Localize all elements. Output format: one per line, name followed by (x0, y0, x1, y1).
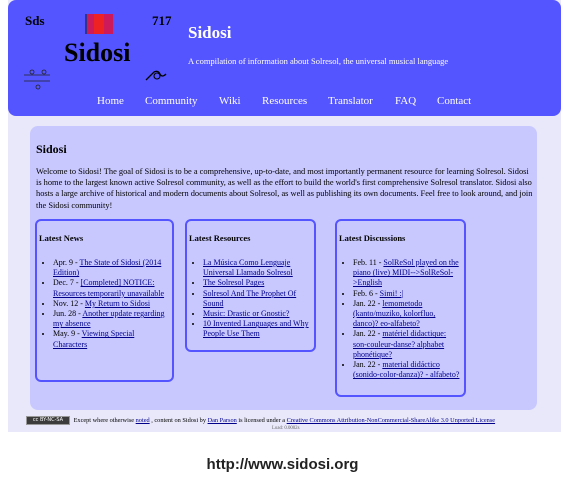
list-item: 10 Invented Languages and Why People Use… (203, 319, 313, 339)
solresol-notation-icon (24, 69, 50, 90)
site-title: Sidosi (188, 23, 232, 42)
intro-paragraph: Welcome to Sidosi! The goal of Sidosi is… (36, 167, 533, 210)
latest-resources-list: La Música Como Lenguaje Universal Llamad… (203, 258, 313, 340)
news-date: Jun. 28 - (53, 309, 83, 319)
footer-author-link[interactable]: Dan Parson (208, 417, 237, 424)
latest-news-title: Latest News (39, 233, 84, 243)
logo-number: 717 (152, 13, 172, 28)
solresol-script-icon (145, 70, 167, 81)
resource-link[interactable]: Music: Drastic or Gnostic? (203, 309, 289, 318)
nav-faq[interactable]: FAQ (395, 95, 416, 107)
resource-link[interactable]: 10 Invented Languages and Why People Use… (203, 319, 309, 338)
footer-text: Except where otherwise (73, 417, 136, 424)
nav-translator[interactable]: Translator (328, 95, 373, 107)
logo-name: Sidosi (64, 38, 131, 67)
page-title: Sidosi (36, 142, 67, 156)
news-link[interactable]: My Return to Sidosi (85, 299, 150, 308)
list-item: Nov. 12 - My Return to Sidosi (53, 299, 169, 309)
discussion-date: Jan. 22 - (353, 329, 383, 339)
site-tagline: A compilation of information about Solre… (188, 56, 449, 66)
resource-link[interactable]: Solresol And The Prophet Of Sound (203, 289, 296, 308)
list-item: Jan. 22 - material didáctico (sonido-col… (353, 360, 461, 380)
cc-license-badge[interactable]: cc BY-NC-SA (26, 416, 70, 426)
list-item: Feb. 6 - Simi! :| (353, 289, 461, 299)
footer-load-text: Load: 0.0002s (272, 426, 300, 431)
discussion-date: Feb. 6 - (353, 288, 380, 298)
list-item: Apr. 9 - The State of Sidosi (2014 Editi… (53, 258, 169, 278)
discussion-date: Feb. 11 - (353, 258, 384, 267)
latest-resources-title: Latest Resources (189, 233, 251, 243)
resource-link[interactable]: La Música Como Lenguaje Universal Llamad… (203, 258, 293, 277)
news-date: Nov. 12 - (53, 298, 85, 308)
list-item: Jan. 22 - lemometodo (kanto/muziko, kolo… (353, 299, 461, 330)
discussion-date: Jan. 22 - (353, 360, 383, 370)
discussion-link[interactable]: Simi! :| (380, 289, 404, 298)
latest-discussions-list: Feb. 11 - SolReSol played on the piano (… (353, 258, 461, 380)
footer-text: , content on Sidosi by (151, 417, 208, 424)
main-content: Sidosi Welcome to Sidosi! The goal of Si… (30, 126, 537, 410)
list-item: Solresol And The Prophet Of Sound (203, 289, 313, 309)
list-item: Dec. 7 - [Completed] NOTICE: Resources t… (53, 278, 169, 298)
logo-abbreviation: Sds (25, 13, 45, 28)
news-date: May. 9 - (53, 329, 82, 339)
nav-home[interactable]: Home (97, 95, 124, 107)
list-item: Jan. 22 - matériel didactique: son-coule… (353, 329, 461, 360)
site-header: Sds 717 Sidosi Sidosi A compilation of i… (8, 0, 561, 116)
list-item: Music: Drastic or Gnostic? (203, 309, 313, 319)
latest-discussions-box: Latest Discussions Feb. 11 - SolReSol pl… (335, 219, 466, 397)
discussion-date: Jan. 22 - (353, 298, 383, 308)
footer-text: is licensed under a (238, 417, 287, 424)
list-item: Feb. 11 - SolReSol played on the piano (… (353, 258, 461, 289)
latest-resources-box: Latest Resources La Música Como Lenguaje… (185, 219, 316, 352)
page: Sds 717 Sidosi Sidosi A compilation of i… (8, 0, 561, 432)
nav-resources[interactable]: Resources (262, 95, 307, 107)
nav-contact[interactable]: Contact (437, 95, 471, 107)
latest-discussions-title: Latest Discussions (339, 233, 406, 243)
caption-url: http://www.sidosi.org (206, 456, 359, 473)
nav-wiki[interactable]: Wiki (219, 95, 241, 107)
latest-news-box: Latest News Apr. 9 - The State of Sidosi… (35, 219, 174, 382)
list-item: The Solresol Pages (203, 278, 313, 288)
list-item: La Música Como Lenguaje Universal Llamad… (203, 258, 313, 278)
latest-news-list: Apr. 9 - The State of Sidosi (2014 Editi… (53, 258, 169, 350)
logo-flag-icon (85, 14, 113, 34)
news-date: Dec. 7 - (53, 278, 81, 288)
list-item: Jun. 28 - Another update regarding my ab… (53, 309, 169, 329)
news-date: Apr. 9 - (53, 258, 80, 267)
resource-link[interactable]: The Solresol Pages (203, 278, 264, 287)
list-item: May. 9 - Viewing Special Characters (53, 329, 169, 349)
nav-community[interactable]: Community (145, 95, 198, 107)
footer-noted-link[interactable]: noted (136, 417, 150, 424)
footer-license-link[interactable]: Creative Commons Attribution-NonCommerci… (287, 417, 495, 424)
main-nav: Home Community Wiki Resources Translator… (8, 95, 561, 109)
